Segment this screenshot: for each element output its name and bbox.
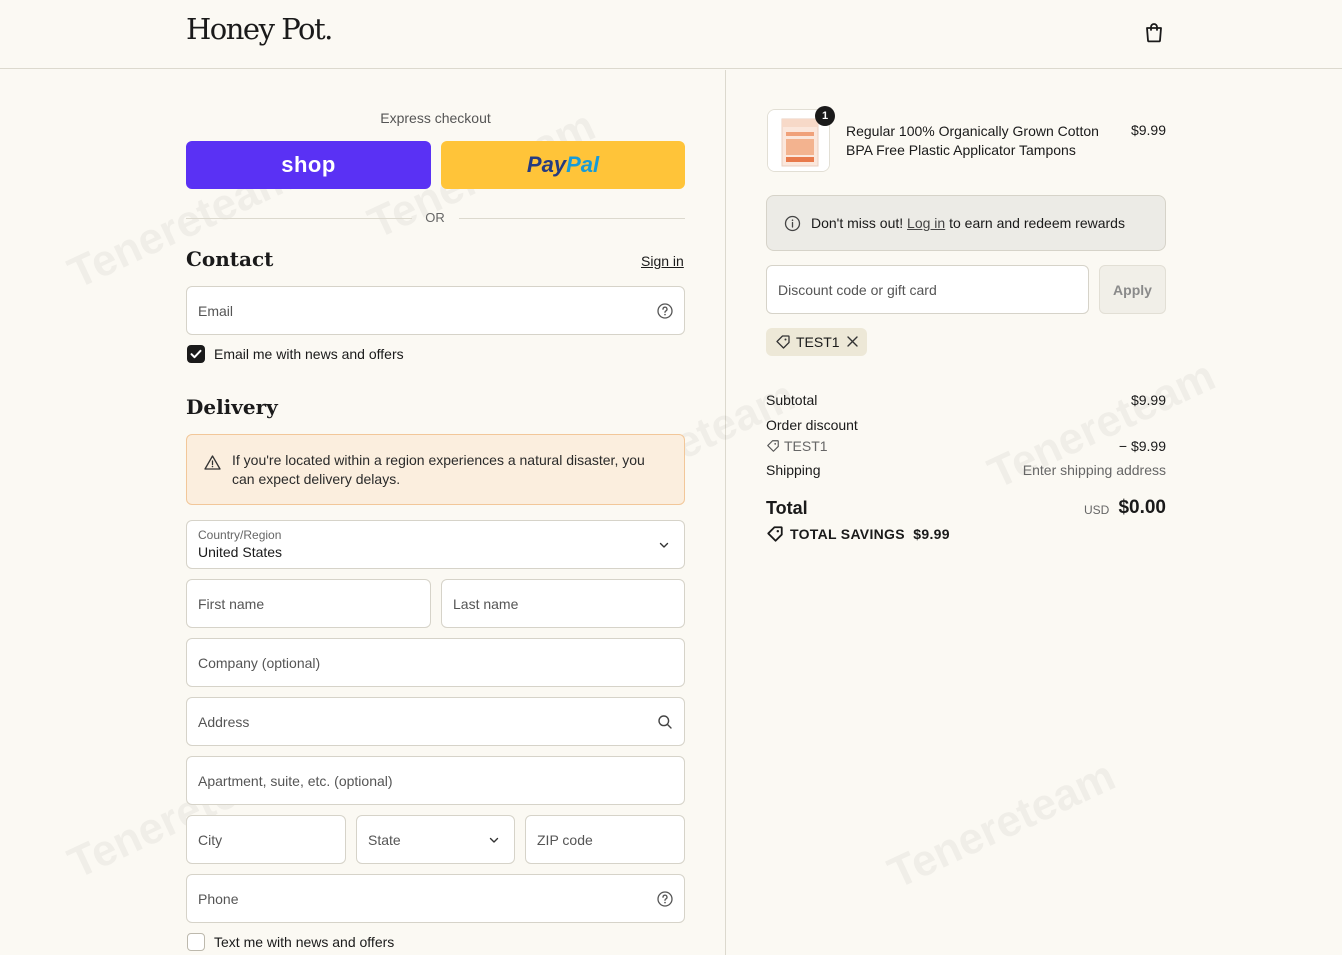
rewards-banner: Don't miss out! Log in to earn and redee… <box>766 195 1166 251</box>
chevron-down-icon <box>659 542 669 548</box>
country-select[interactable]: Country/Region United States <box>186 520 685 569</box>
order-discount-label: Order discount <box>766 417 858 433</box>
discount-code-field[interactable]: Discount code or gift card <box>766 265 1089 314</box>
total-savings: TOTAL SAVINGS $9.99 <box>790 526 950 542</box>
paypal-label-pay: Pay <box>526 152 567 177</box>
country-value: United States <box>198 544 283 560</box>
total-savings-value: $9.99 <box>913 526 950 542</box>
zip-placeholder: ZIP code <box>537 831 593 848</box>
sign-in-link[interactable]: Sign in <box>641 253 684 269</box>
contact-title: Contact <box>186 247 274 271</box>
email-field[interactable]: Email <box>186 286 685 335</box>
last-name-field[interactable]: Last name <box>441 579 685 628</box>
delivery-notice-text: If you're located within a region experi… <box>232 452 645 487</box>
site-header: Honey Pot. <box>0 0 1342 69</box>
email-placeholder: Email <box>198 302 234 319</box>
paypal-label-pal: Pal <box>566 152 600 177</box>
total-value: $0.00 <box>1118 497 1166 518</box>
country-label: Country/Region <box>198 528 282 542</box>
city-placeholder: City <box>198 831 223 848</box>
remove-discount-icon[interactable] <box>846 335 859 348</box>
first-name-placeholder: First name <box>198 595 265 612</box>
news-checkbox[interactable] <box>187 345 205 363</box>
delivery-notice: If you're located within a region experi… <box>186 434 685 505</box>
tag-icon <box>776 335 790 349</box>
quantity-badge: 1 <box>815 106 835 126</box>
total-currency: USD <box>1084 503 1110 517</box>
apartment-field[interactable]: Apartment, suite, etc. (optional) <box>186 756 685 805</box>
paypal-button[interactable]: Pay Pal <box>441 141 685 189</box>
shopping-bag-icon[interactable] <box>1143 21 1165 43</box>
first-name-field[interactable]: First name <box>186 579 431 628</box>
company-placeholder: Company (optional) <box>198 654 321 671</box>
help-icon[interactable] <box>657 302 673 319</box>
or-divider-right <box>459 218 685 219</box>
checkmark-icon <box>190 349 202 359</box>
discount-code-label: TEST1 <box>784 438 828 454</box>
chevron-down-icon <box>489 837 499 843</box>
phone-placeholder: Phone <box>198 890 239 907</box>
total-savings-label: TOTAL SAVINGS <box>790 526 905 542</box>
applied-discount-chip: TEST1 <box>766 328 867 356</box>
rewards-suffix: to earn and redeem rewards <box>949 215 1125 231</box>
savings-tag-icon <box>767 526 783 542</box>
apply-discount-button[interactable]: Apply <box>1099 265 1166 314</box>
or-divider-left <box>186 218 412 219</box>
delivery-title: Delivery <box>186 395 278 419</box>
subtotal-value: $9.99 <box>1130 392 1166 408</box>
warning-icon <box>204 455 221 470</box>
or-label: OR <box>425 210 445 225</box>
discount-code-placeholder: Discount code or gift card <box>778 281 937 298</box>
total-label: Total <box>766 498 808 518</box>
state-select[interactable]: State <box>356 815 515 864</box>
product-name: Regular 100% Organically Grown Cotton BP… <box>846 123 1099 158</box>
rewards-login-link[interactable]: Log in <box>907 215 945 231</box>
state-placeholder: State <box>368 831 401 848</box>
brand-logo[interactable]: Honey Pot. <box>186 12 333 46</box>
product-price: $9.99 <box>1130 122 1166 138</box>
rewards-prefix: Don't miss out! <box>811 215 904 231</box>
tag-icon <box>767 440 779 452</box>
address-placeholder: Address <box>198 713 250 730</box>
shipping-value: Enter shipping address <box>1022 462 1166 478</box>
phone-field[interactable]: Phone <box>186 874 685 923</box>
company-field[interactable]: Company (optional) <box>186 638 685 687</box>
search-icon <box>658 714 672 729</box>
applied-code-text: TEST1 <box>796 334 840 350</box>
help-icon[interactable] <box>657 890 673 907</box>
apartment-placeholder: Apartment, suite, etc. (optional) <box>198 772 393 789</box>
news-checkbox-label: Email me with news and offers <box>214 346 404 362</box>
subtotal-label: Subtotal <box>766 392 818 408</box>
sms-checkbox[interactable] <box>187 933 205 951</box>
sms-checkbox-label: Text me with news and offers <box>214 934 395 950</box>
address-field[interactable]: Address <box>186 697 685 746</box>
info-icon <box>784 215 801 232</box>
shipping-label: Shipping <box>766 462 821 478</box>
city-field[interactable]: City <box>186 815 346 864</box>
discount-value: − $9.99 <box>1118 438 1166 454</box>
last-name-placeholder: Last name <box>453 595 519 612</box>
zip-field[interactable]: ZIP code <box>525 815 685 864</box>
shop-pay-button[interactable]: shop <box>186 141 431 189</box>
express-checkout-title: Express checkout <box>380 110 491 126</box>
